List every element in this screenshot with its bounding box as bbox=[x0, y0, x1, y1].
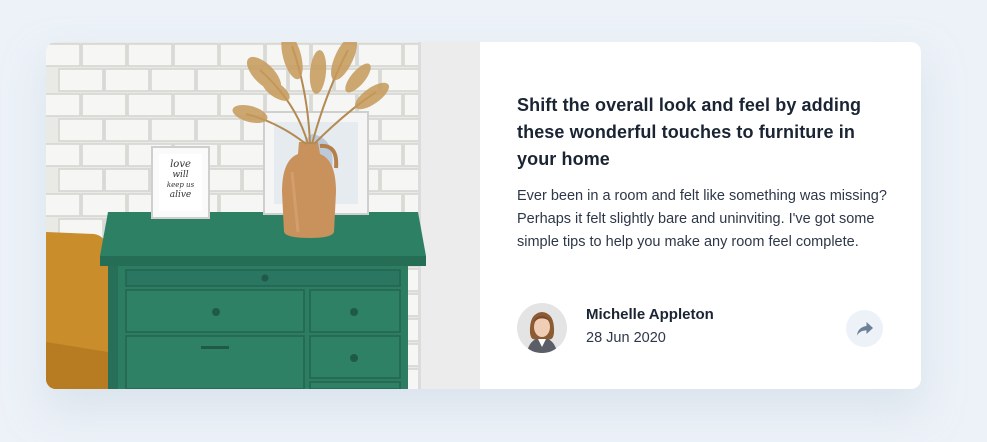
post-date: 28 Jun 2020 bbox=[586, 330, 666, 346]
article-headline[interactable]: Shift the overall look and feel by addin… bbox=[517, 92, 887, 173]
frame-quote-line: love bbox=[170, 159, 191, 170]
frame-quote-line: alive bbox=[169, 190, 192, 200]
frame-quote-line: keep us bbox=[166, 181, 195, 189]
frame-quote-line: will bbox=[172, 170, 189, 180]
frame-quote: love will keep us alive bbox=[159, 159, 202, 201]
article-excerpt: Ever been in a room and felt like someth… bbox=[517, 188, 887, 250]
share-icon bbox=[856, 321, 873, 336]
author-avatar bbox=[517, 303, 567, 353]
author-row: Michelle Appleton 28 Jun 2020 bbox=[517, 302, 887, 354]
author-name: Michelle Appleton bbox=[586, 306, 714, 323]
article-image: love will keep us alive bbox=[46, 42, 480, 389]
share-button[interactable] bbox=[846, 310, 883, 347]
article-preview-card: love will keep us alive Shift the overal… bbox=[46, 42, 921, 389]
article-content: Shift the overall look and feel by addin… bbox=[517, 92, 887, 254]
